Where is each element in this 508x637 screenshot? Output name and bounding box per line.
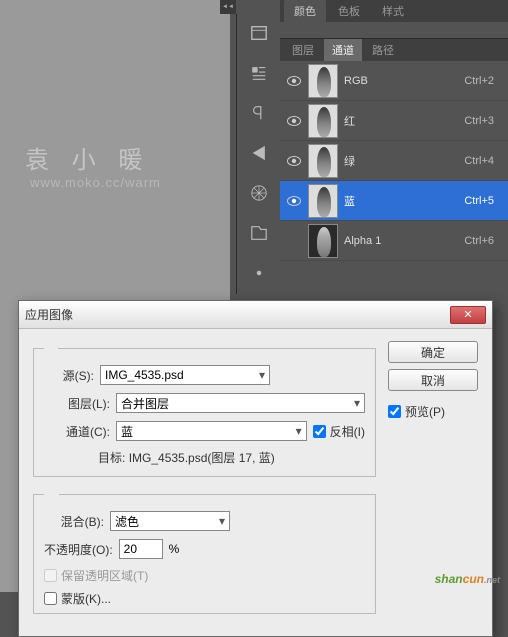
layer-label: 图层(L):: [44, 395, 110, 412]
preview-checkbox[interactable]: 预览(P): [388, 403, 478, 420]
mask-checkbox[interactable]: 蒙版(K)...: [44, 590, 365, 607]
tab-swatches[interactable]: 色板: [328, 0, 370, 22]
more-icon[interactable]: [248, 262, 270, 284]
channel-row[interactable]: 红 Ctrl+3: [280, 101, 508, 141]
navigator-icon[interactable]: [248, 182, 270, 204]
channel-row[interactable]: 蓝 Ctrl+5: [280, 181, 508, 221]
channel-thumbnail: [308, 184, 338, 218]
channel-shortcut: Ctrl+2: [464, 75, 494, 87]
target-label: 目标:: [98, 451, 125, 465]
source-combo[interactable]: IMG_4535.psd: [100, 365, 270, 385]
history-icon[interactable]: [248, 22, 270, 44]
preserve-transparency-checkbox: 保留透明区域(T): [44, 567, 365, 584]
character-icon[interactable]: [248, 62, 270, 84]
tab-paths[interactable]: 路径: [364, 39, 402, 61]
paragraph-icon[interactable]: [248, 102, 270, 124]
tab-channels[interactable]: 通道: [324, 39, 362, 61]
source-label: 源(S):: [44, 367, 94, 384]
channel-row[interactable]: RGB Ctrl+2: [280, 61, 508, 101]
source-group: s 源(S): IMG_4535.psd 图层(L): 合并图层 通道(C): …: [33, 341, 376, 477]
channel-shortcut: Ctrl+5: [464, 195, 494, 207]
cancel-button[interactable]: 取消: [388, 369, 478, 391]
blend-group: b 混合(B): 滤色 不透明度(O): 20 % 保留透明区域(T) 蒙版(K…: [33, 487, 376, 614]
channel-thumbnail: [308, 224, 338, 258]
ok-button[interactable]: 确定: [388, 341, 478, 363]
channels-list: RGB Ctrl+2 红 Ctrl+3 绿 Ctrl+4 蓝 Ctrl+5 Alpha 1 Ctr…: [280, 61, 508, 261]
channel-combo[interactable]: 蓝: [116, 421, 307, 441]
visibility-icon[interactable]: [286, 154, 302, 168]
channel-row[interactable]: 绿 Ctrl+4: [280, 141, 508, 181]
invert-checkbox[interactable]: 反相(I): [313, 423, 365, 440]
visibility-icon[interactable]: [286, 74, 302, 88]
visibility-icon[interactable]: [286, 114, 302, 128]
visibility-icon[interactable]: [286, 194, 302, 208]
channel-label: 通道(C):: [44, 423, 110, 440]
channel-shortcut: Ctrl+3: [464, 115, 494, 127]
tab-color[interactable]: 颜色: [284, 0, 326, 22]
info-icon[interactable]: [248, 222, 270, 244]
channel-thumbnail: [308, 104, 338, 138]
channel-thumbnail: [308, 64, 338, 98]
channel-shortcut: Ctrl+4: [464, 155, 494, 167]
channel-name: RGB: [344, 75, 458, 87]
layers-panel-tabs: 图层 通道 路径: [280, 39, 508, 61]
close-button[interactable]: ✕: [450, 306, 486, 324]
panel-area: 颜色 色板 样式 图层 通道 路径 RGB Ctrl+2 红 Ctrl+3 绿 Ctrl+…: [280, 0, 508, 280]
dialog-title: 应用图像: [25, 306, 450, 323]
actions-icon[interactable]: [248, 142, 270, 164]
tab-styles[interactable]: 样式: [372, 0, 414, 22]
channel-row[interactable]: Alpha 1 Ctrl+6: [280, 221, 508, 261]
channel-name: 绿: [344, 153, 458, 169]
layer-combo[interactable]: 合并图层: [116, 393, 365, 413]
panel-collapse-button[interactable]: [220, 0, 236, 14]
channel-name: Alpha 1: [344, 235, 458, 247]
icon-dock: [236, 14, 280, 294]
blend-label: 混合(B):: [44, 513, 104, 530]
tab-layers[interactable]: 图层: [284, 39, 322, 61]
dialog-titlebar[interactable]: 应用图像 ✕: [19, 301, 492, 329]
opacity-label: 不透明度(O):: [44, 541, 113, 558]
watermark-url: www.moko.cc/warm: [30, 175, 161, 190]
visibility-icon[interactable]: [286, 234, 302, 248]
opacity-suffix: %: [169, 542, 180, 556]
target-value: IMG_4535.psd(图层 17, 蓝): [129, 451, 275, 465]
channel-name: 蓝: [344, 193, 458, 209]
color-panel-tabs: 颜色 色板 样式: [280, 0, 508, 22]
channel-name: 红: [344, 113, 458, 129]
channel-thumbnail: [308, 144, 338, 178]
apply-image-dialog: 应用图像 ✕ s 源(S): IMG_4535.psd 图层(L): 合并图层 …: [18, 300, 493, 637]
blend-combo[interactable]: 滤色: [110, 511, 230, 531]
channel-shortcut: Ctrl+6: [464, 235, 494, 247]
opacity-input[interactable]: 20: [119, 539, 163, 559]
site-watermark: shancun.net: [435, 572, 500, 586]
watermark-text: 袁 小 暖: [25, 140, 150, 175]
